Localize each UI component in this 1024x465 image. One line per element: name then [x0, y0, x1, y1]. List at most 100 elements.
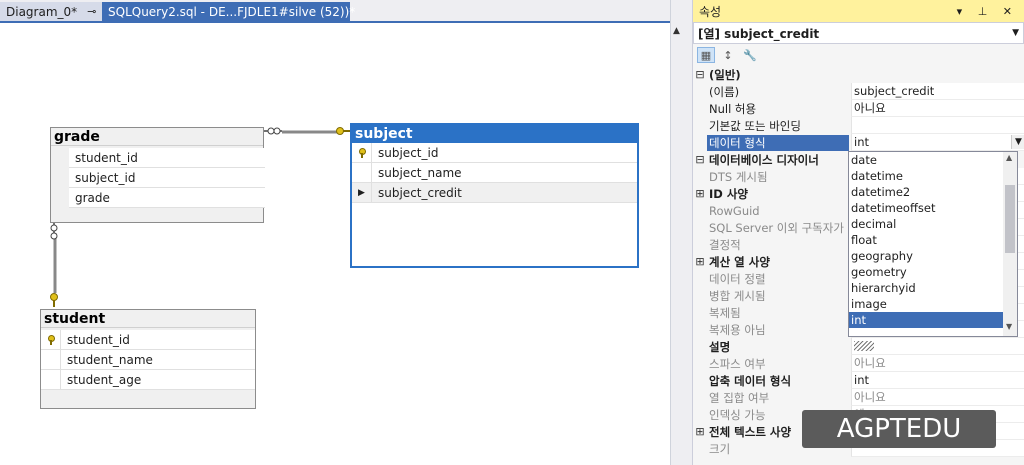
datatype-option[interactable]: decimal — [849, 216, 1017, 232]
property-value[interactable]: int — [851, 372, 1024, 389]
table-row[interactable]: student_id — [41, 330, 255, 350]
table-row[interactable]: student_id — [69, 148, 265, 168]
scroll-down-icon[interactable]: ▼ — [1006, 322, 1012, 331]
tab-diagram-label: Diagram_0* — [6, 4, 78, 19]
table-grade[interactable]: grade student_id subject_id grade — [50, 127, 265, 223]
datatype-option[interactable]: int — [849, 312, 1017, 328]
property-row[interactable]: 데이터 형식 int ▼ — [693, 134, 1024, 151]
scroll-up-icon[interactable]: ▲ — [673, 26, 680, 36]
property-name: 스파스 여부 — [709, 356, 766, 371]
primary-key-icon — [47, 334, 55, 345]
properties-toolbar: ▦ ↕ 🔧 — [693, 44, 1024, 66]
categorized-view-icon[interactable]: ▦ — [697, 47, 715, 63]
dropdown-scrollbar[interactable]: ▲ ▼ — [1003, 152, 1017, 336]
table-subject-title: subject — [352, 125, 637, 143]
chevron-down-icon[interactable]: ▼ — [1011, 135, 1024, 149]
table-row[interactable]: subject_name — [352, 163, 637, 183]
row-selector[interactable] — [41, 330, 61, 349]
current-row-arrow-icon: ▶ — [358, 187, 365, 198]
table-row[interactable]: student_name — [41, 350, 255, 370]
property-value[interactable]: int ▼ — [851, 134, 1024, 151]
property-value-text: subject_credit — [854, 84, 935, 98]
datatype-option[interactable]: geography — [849, 248, 1017, 264]
property-row[interactable]: 기본값 또는 바인딩 — [693, 117, 1024, 134]
panel-splitter[interactable] — [684, 0, 692, 465]
datatype-option[interactable]: datetime2 — [849, 184, 1017, 200]
datatype-option[interactable]: date — [849, 152, 1017, 168]
property-row[interactable]: 열 집합 여부 아니요 — [693, 389, 1024, 406]
scroll-up-icon[interactable]: ▲ — [1006, 153, 1012, 162]
table-row[interactable]: ▶ subject_credit — [352, 183, 637, 203]
property-name: 열 집합 여부 — [709, 390, 770, 405]
row-selector[interactable] — [41, 350, 61, 369]
property-name: 결정적 — [709, 237, 741, 252]
ellipsis-pattern-icon[interactable] — [854, 341, 874, 351]
property-name: 데이터베이스 디자이너 — [709, 152, 819, 167]
table-row[interactable]: subject_id — [69, 168, 265, 188]
object-selector[interactable]: [열] subject_credit ▼ — [693, 22, 1024, 44]
column-name: grade — [75, 190, 110, 205]
canvas-vertical-scrollbar[interactable]: ▲ — [670, 0, 684, 465]
property-value[interactable] — [851, 117, 1024, 134]
row-selector[interactable]: ▶ — [352, 183, 372, 202]
datatype-option[interactable]: geometry — [849, 264, 1017, 280]
expand-icon[interactable]: ⊞ — [693, 255, 707, 268]
property-row[interactable]: ⊟ (일반) — [693, 66, 1024, 83]
property-value-text: 아니요 — [854, 356, 886, 370]
property-value[interactable]: 아니요 — [851, 355, 1024, 372]
property-name: 병합 게시됨 — [709, 288, 766, 303]
datatype-option[interactable]: datetimeoffset — [849, 200, 1017, 216]
primary-key-icon — [358, 147, 366, 158]
datatype-option[interactable]: hierarchyid — [849, 280, 1017, 296]
property-value[interactable]: 아니요 — [851, 389, 1024, 406]
table-row[interactable]: grade — [69, 188, 265, 208]
property-name: (일반) — [709, 67, 741, 82]
tab-sqlquery[interactable]: SQLQuery2.sql - DE...FJDLE1#silve (52))* — [102, 2, 355, 21]
row-selector[interactable] — [41, 370, 61, 389]
table-subject-columns: subject_id subject_name ▶ subject_credit — [352, 143, 637, 203]
alphabetical-sort-icon[interactable]: ↕ — [719, 47, 737, 63]
column-name: subject_credit — [378, 185, 462, 200]
column-name: subject_name — [378, 165, 462, 180]
property-name: 데이터 형식 — [707, 134, 849, 151]
datatype-option[interactable]: datetime — [849, 168, 1017, 184]
row-selector[interactable] — [352, 163, 372, 182]
collapse-icon[interactable]: ⊟ — [693, 153, 707, 166]
expand-icon[interactable]: ⊞ — [693, 187, 707, 200]
chevron-down-icon[interactable]: ▼ — [1012, 28, 1023, 38]
property-value-text: int — [854, 373, 869, 387]
property-value[interactable] — [851, 338, 1024, 355]
tab-sqlquery-label: SQLQuery2.sql - DE...FJDLE1#silve (52))* — [108, 4, 356, 19]
property-value[interactable]: subject_credit — [851, 83, 1024, 100]
property-value-text: int — [854, 135, 869, 149]
column-name: subject_id — [378, 145, 439, 160]
property-name: (이름) — [709, 84, 740, 99]
datatype-dropdown-list[interactable]: date datetime datetime2 datetimeoffset decim… — [848, 151, 1018, 337]
scrollbar-thumb[interactable] — [1005, 185, 1015, 253]
property-row[interactable]: 압축 데이터 형식 int — [693, 372, 1024, 389]
property-value[interactable]: 아니요 — [851, 100, 1024, 117]
property-row[interactable]: 스파스 여부 아니요 — [693, 355, 1024, 372]
property-row[interactable]: (이름) subject_credit — [693, 83, 1024, 100]
pin-icon[interactable]: ⊸ — [87, 5, 96, 18]
property-row[interactable]: 설명 — [693, 338, 1024, 355]
column-name: student_name — [67, 352, 153, 367]
expand-icon[interactable]: ⊞ — [693, 425, 707, 438]
tab-diagram[interactable]: Diagram_0* ⊸ ✕ — [0, 2, 112, 21]
datatype-option[interactable]: image — [849, 296, 1017, 312]
panel-window-controls[interactable]: ▾ ⊥ ✕ — [957, 5, 1024, 18]
table-subject[interactable]: subject subject_id subject_name ▶ subjec… — [350, 123, 639, 268]
table-grade-columns: student_id subject_id grade — [69, 148, 265, 208]
property-row[interactable]: Null 허용 아니요 — [693, 100, 1024, 117]
table-row[interactable]: subject_id — [352, 143, 637, 163]
collapse-icon[interactable]: ⊟ — [693, 68, 707, 81]
column-name: student_age — [67, 372, 142, 387]
table-row[interactable]: student_age — [41, 370, 255, 390]
table-student[interactable]: student student_id student_name student_… — [40, 309, 256, 409]
row-selector[interactable] — [352, 143, 372, 162]
property-name: 계산 열 사양 — [709, 254, 770, 269]
property-name: 설명 — [709, 339, 731, 354]
property-name: Null 허용 — [709, 101, 757, 116]
property-pages-wrench-icon[interactable]: 🔧 — [741, 47, 759, 63]
datatype-option[interactable]: float — [849, 232, 1017, 248]
